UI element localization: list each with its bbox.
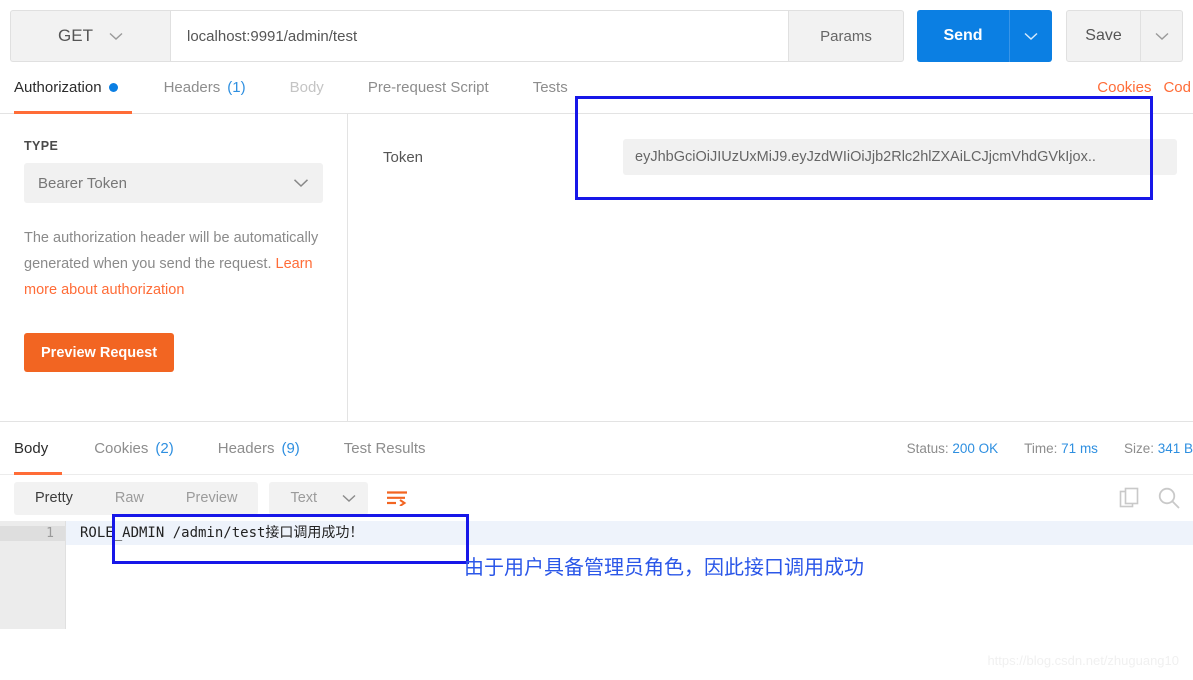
auth-type-heading: TYPE (24, 139, 59, 153)
response-tab-test-results[interactable]: Test Results (322, 422, 448, 474)
response-tab-headers[interactable]: Headers (9) (196, 422, 322, 474)
response-tab-headers-count: (9) (281, 439, 300, 457)
request-tab-bar: Authorization Headers (1) Body Pre-reque… (0, 62, 1193, 114)
save-button[interactable]: Save (1066, 10, 1141, 62)
params-button[interactable]: Params (789, 10, 904, 62)
time-value: 71 ms (1061, 440, 1098, 456)
response-tab-cookies-count: (2) (155, 439, 174, 457)
watermark: https://blog.csdn.net/zhuguang10 (987, 653, 1179, 668)
params-label: Params (820, 27, 872, 45)
tab-pre-request-script-label: Pre-request Script (367, 79, 489, 96)
tab-headers-label: Headers (163, 79, 221, 96)
auth-type-value: Bearer Token (38, 174, 127, 192)
tab-headers-count: (1) (227, 79, 246, 96)
tab-authorization-label: Authorization (14, 79, 102, 96)
auth-description-text: The authorization header will be automat… (24, 230, 319, 272)
response-body-line-1: ROLE_ADMIN /admin/test接口调用成功！ (66, 521, 1193, 545)
response-tab-body-label: Body (14, 439, 49, 457)
request-url-bar: GET localhost:9991/admin/test Params Sen… (0, 0, 1193, 62)
annotation-note-text: 由于用户具备管理员角色，因此接口调用成功 (464, 555, 864, 579)
cookies-link[interactable]: Cookies (1097, 79, 1151, 96)
request-tabs-right-links: Cookies Cod (1097, 62, 1193, 113)
tab-pre-request-script[interactable]: Pre-request Script (346, 62, 511, 113)
response-tab-headers-label: Headers (217, 439, 275, 457)
auth-configured-dot-icon (108, 83, 118, 92)
preview-request-button[interactable]: Preview Request (24, 333, 175, 372)
chevron-down-icon (293, 178, 309, 188)
auth-token-column: Token eyJhbGciOiJIUzUxMiJ9.eyJzdWIiOiJjb… (348, 96, 1193, 421)
auth-description: The authorization header will be automat… (24, 225, 323, 303)
http-method-selector[interactable]: GET (10, 10, 170, 62)
copy-icon[interactable] (1119, 487, 1141, 509)
auth-type-column: TYPE Bearer Token The authorization head… (0, 114, 348, 421)
size-value: 341 B (1157, 440, 1193, 456)
search-icon[interactable] (1157, 486, 1181, 510)
view-mode-pretty[interactable]: Pretty (14, 482, 94, 515)
http-method-label: GET (58, 26, 93, 45)
size-label: Size: (1123, 440, 1154, 456)
tab-body-label: Body (289, 79, 324, 96)
send-options-button[interactable] (1009, 10, 1052, 62)
line-number-gutter: 1 (0, 521, 66, 629)
response-tab-cookies-label: Cookies (94, 439, 149, 457)
time-label: Time: (1024, 440, 1058, 456)
token-value: eyJhbGciOiJIUzUxMiJ9.eyJzdWIiOiJjb2Rlc2h… (635, 149, 1096, 165)
chevron-down-icon (338, 494, 368, 503)
tab-headers[interactable]: Headers (1) (142, 62, 268, 113)
preview-request-label: Preview Request (41, 344, 158, 361)
token-row: Token eyJhbGciOiJIUzUxMiJ9.eyJzdWIiOiJjb… (348, 139, 1193, 175)
auth-type-dropdown[interactable]: Bearer Token (24, 163, 323, 203)
response-format-dropdown[interactable]: Text (269, 481, 369, 515)
response-toolbar: Pretty Raw Preview Text (0, 475, 1193, 521)
request-url-text: localhost:9991/admin/test (187, 27, 358, 45)
response-tab-cookies[interactable]: Cookies (2) (72, 422, 196, 474)
save-options-button[interactable] (1141, 10, 1183, 62)
response-tab-body[interactable]: Body (14, 422, 72, 475)
status-label: Status: (906, 440, 949, 456)
save-button-group: Save (1066, 10, 1183, 62)
request-url-input[interactable]: localhost:9991/admin/test (170, 10, 789, 62)
response-tab-test-results-label: Test Results (343, 439, 426, 457)
send-button[interactable]: Send (917, 10, 1009, 62)
time-indicator: Time: 71 ms (1024, 441, 1098, 456)
status-indicator: Status: 200 OK (907, 441, 999, 456)
code-link[interactable]: Cod (1163, 79, 1191, 96)
response-meta: Status: 200 OK Time: 71 ms Size: 341 B (907, 422, 1193, 474)
line-number-1: 1 (0, 526, 65, 541)
save-label: Save (1085, 27, 1122, 44)
authorization-panel: TYPE Bearer Token The authorization head… (0, 96, 1193, 421)
size-indicator: Size: 341 B (1124, 441, 1193, 456)
response-format-value: Text (290, 489, 318, 506)
chevron-down-icon (109, 32, 123, 41)
token-input[interactable]: eyJhbGciOiJIUzUxMiJ9.eyJzdWIiOiJjb2Rlc2h… (623, 139, 1177, 175)
tab-tests[interactable]: Tests (511, 62, 590, 113)
status-value: 200 OK (952, 440, 999, 456)
response-view-mode-group: Pretty Raw Preview (14, 481, 259, 515)
response-toolbar-actions (1119, 475, 1181, 521)
token-label: Token (383, 148, 424, 166)
response-tab-bar: Body Cookies (2) Headers (9) Test Result… (0, 422, 1193, 475)
response-panel: Body Cookies (2) Headers (9) Test Result… (0, 421, 1193, 629)
tab-tests-label: Tests (532, 79, 568, 96)
chevron-down-icon (1024, 32, 1038, 40)
chevron-down-icon (1155, 32, 1168, 40)
word-wrap-icon[interactable] (380, 482, 414, 515)
tab-authorization[interactable]: Authorization (14, 62, 142, 114)
view-mode-raw[interactable]: Raw (94, 482, 165, 515)
tab-body[interactable]: Body (268, 62, 346, 113)
send-label: Send (943, 27, 983, 44)
send-button-group: Send (917, 10, 1052, 62)
view-mode-preview[interactable]: Preview (165, 482, 259, 515)
